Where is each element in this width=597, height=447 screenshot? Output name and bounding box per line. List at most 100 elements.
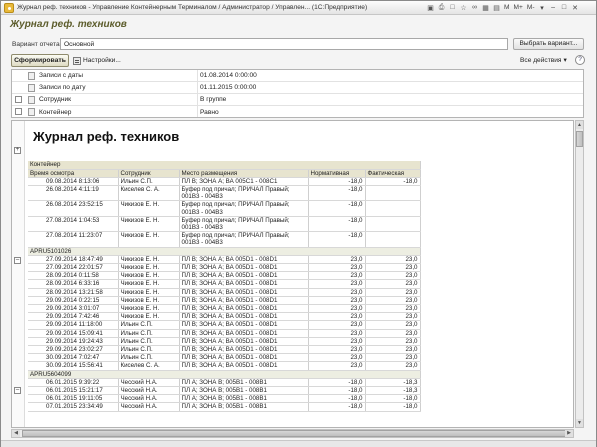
- placement-cell: ПЛ А; ЗОНА В; 005В1 - 008В1: [179, 394, 309, 404]
- container-group-row[interactable]: APRU5604099: [28, 370, 421, 379]
- filter-row[interactable]: Записи по дату 01.11.2015 0:00:00: [12, 82, 583, 94]
- maximize-button[interactable]: □: [560, 3, 569, 12]
- report-table: Контейнер Время осмотра Сотрудник Место …: [28, 161, 421, 412]
- table-row[interactable]: 30.09.2014 7:02:47 Ильин С.П. ПЛ В; ЗОНА А…: [28, 353, 421, 363]
- scroll-right-icon[interactable]: ▶: [565, 430, 573, 437]
- minimize-button[interactable]: –: [549, 3, 558, 12]
- table-row[interactable]: 06.01.2015 9:39:22 Чесский Н.А. ПЛ А; ЗОНА…: [28, 378, 421, 387]
- placement-cell: ПЛ В; ЗОНА А; ВА 005D1 - 008D1: [179, 353, 309, 363]
- placement-cell: ПЛ В; ЗОНА А; ВА 005D1 - 008D1: [179, 337, 309, 346]
- link-icon[interactable]: ∞: [470, 3, 479, 12]
- collapse-minus-icon[interactable]: –: [14, 387, 21, 394]
- choose-variant-button[interactable]: Выбрать вариант...: [513, 38, 584, 50]
- table-row[interactable]: 27.08.2014 11:23:07 Чикизов Е. Н. Буфер по…: [28, 231, 421, 248]
- employee-cell: Чикизов Е. Н.: [118, 271, 180, 281]
- vertical-scrollbar[interactable]: ▲ ▼: [575, 120, 584, 428]
- memory-m-button[interactable]: M: [503, 4, 511, 11]
- settings-button[interactable]: Настройки...: [73, 55, 121, 66]
- filter-row[interactable]: Сотрудник В группе: [12, 94, 583, 106]
- variant-label: Вариант отчета:: [12, 41, 62, 48]
- window-title: Журнал реф. техников - Управление Контей…: [17, 4, 368, 11]
- filter-value[interactable]: 01.11.2015 0:00:00: [200, 84, 256, 91]
- employee-cell: Чикизов Е. Н.: [118, 296, 180, 305]
- all-actions-button[interactable]: Все действия ▾: [520, 56, 567, 65]
- table-row[interactable]: 06.01.2015 15:21:17 Чесский Н.А. ПЛ А; ЗОН…: [28, 386, 421, 396]
- employee-cell: Киселев С. А.: [118, 361, 180, 371]
- norm-temp-cell: 23,0: [308, 279, 366, 289]
- expand-plus-icon[interactable]: +: [14, 147, 21, 154]
- print-icon[interactable]: ⎙: [437, 3, 446, 12]
- table-row[interactable]: 27.09.2014 22:01:57 Чикизов Е. Н. ПЛ В; ЗО…: [28, 263, 421, 273]
- filter-value[interactable]: Равно: [200, 109, 219, 116]
- column-header: Место размещения: [179, 169, 309, 178]
- norm-temp-cell: -18,0: [308, 231, 366, 248]
- menu-arrow-icon[interactable]: ▾: [538, 3, 547, 12]
- memory-minus-button[interactable]: M-: [526, 4, 536, 11]
- vertical-scroll-thumb[interactable]: [576, 131, 583, 147]
- memory-plus-button[interactable]: M+: [513, 4, 524, 11]
- table-row[interactable]: 06.01.2015 19:11:05 Чесский Н.А. ПЛ А; ЗОН…: [28, 394, 421, 404]
- variant-input[interactable]: Основной: [60, 38, 508, 50]
- save-icon[interactable]: ▣: [426, 3, 435, 12]
- container-group-row[interactable]: APRU5101026: [28, 247, 421, 256]
- filter-row[interactable]: Контейнер Равно: [12, 106, 583, 118]
- placement-cell: ПЛ А; ЗОНА В; 005В1 - 008В1: [179, 386, 309, 396]
- table-row[interactable]: 29.09.2014 15:09:41 Ильин С.П. ПЛ В; ЗОНА …: [28, 329, 421, 338]
- table-row[interactable]: 26.08.2014 23:52:15 Чикизов Е. Н. Буфер по…: [28, 200, 421, 217]
- table-row[interactable]: 29.09.2014 11:18:00 Ильин С.П. ПЛ В; ЗОНА …: [28, 320, 421, 330]
- table-row[interactable]: 28.09.2014 13:21:58 Чикизов Е. Н. ПЛ В; ЗО…: [28, 288, 421, 297]
- table-row[interactable]: 26.08.2014 4:11:19 Киселев С. А. Буфер под…: [28, 185, 421, 202]
- title-toolbar: ▣ ⎙ □ ☆ ∞ ▦ ▤ M M+ M- ▾ – □ ✕: [426, 3, 580, 12]
- preview-icon[interactable]: □: [448, 3, 457, 12]
- help-button[interactable]: ?: [575, 55, 585, 65]
- calculator-icon[interactable]: ▦: [481, 3, 490, 12]
- table-row[interactable]: 27.08.2014 1:04:53 Чикизов Е. Н. Буфер под…: [28, 216, 421, 233]
- table-row[interactable]: 07.01.2015 23:34:49 Чесский Н.А. ПЛ А; ЗОН…: [28, 402, 421, 412]
- close-button[interactable]: ✕: [571, 3, 580, 12]
- column-header-row: Время осмотра Сотрудник Место размещения…: [28, 169, 421, 178]
- table-row[interactable]: 28.09.2014 0:11:58 Чикизов Е. Н. ПЛ В; ЗОН…: [28, 271, 421, 281]
- filter-checkbox[interactable]: [15, 96, 22, 103]
- placement-line: 001В3 - 004В3: [181, 193, 223, 201]
- scroll-up-icon[interactable]: ▲: [576, 121, 583, 129]
- table-row[interactable]: 27.09.2014 18:47:49 Чикизов Е. Н. ПЛ В; ЗО…: [28, 255, 421, 264]
- employee-cell: Чесский Н.А.: [118, 386, 180, 396]
- actual-temp-cell: [365, 216, 421, 233]
- filter-item-icon: [28, 96, 35, 104]
- scroll-left-icon[interactable]: ◀: [12, 430, 20, 437]
- collapse-minus-icon[interactable]: –: [14, 257, 21, 264]
- horizontal-scroll-thumb[interactable]: [22, 430, 567, 437]
- filter-row[interactable]: Записи с даты 01.08.2014 0:00:00: [12, 70, 583, 82]
- placement-cell: ПЛ В; ЗОНА А; ВА 005D1 - 008D1: [179, 263, 309, 273]
- inspection-time-cell: 29.09.2014 19:24:43: [28, 337, 119, 346]
- norm-temp-cell: 23,0: [308, 255, 366, 264]
- table-row[interactable]: 29.09.2014 0:22:15 Чикизов Е. Н. ПЛ В; ЗОН…: [28, 296, 421, 305]
- inspection-time-cell: 06.01.2015 15:21:17: [28, 386, 119, 396]
- actual-temp-cell: -18,0: [365, 394, 421, 404]
- table-row[interactable]: 29.09.2014 7:42:46 Чикизов Е. Н. ПЛ В; ЗОН…: [28, 312, 421, 322]
- filter-value[interactable]: В группе: [200, 96, 226, 103]
- inspection-time-cell: 27.08.2014 1:04:53: [28, 216, 119, 233]
- horizontal-scrollbar[interactable]: ◀ ▶: [11, 429, 574, 438]
- table-row[interactable]: 29.09.2014 23:02:27 Ильин С.П. ПЛ В; ЗОНА …: [28, 345, 421, 355]
- scroll-down-icon[interactable]: ▼: [576, 419, 583, 427]
- norm-temp-cell: -18,0: [308, 200, 366, 217]
- table-row[interactable]: 28.09.2014 6:33:16 Чикизов Е. Н. ПЛ В; ЗОН…: [28, 279, 421, 289]
- calendar-icon[interactable]: ▤: [492, 3, 501, 12]
- generate-button[interactable]: Сформировать: [11, 54, 69, 67]
- placement-cell: ПЛ В; ЗОНА А; ВА 005D1 - 008D1: [179, 255, 309, 264]
- favorite-star-icon[interactable]: ☆: [459, 3, 468, 12]
- filter-checkbox[interactable]: [15, 108, 22, 115]
- table-row[interactable]: 29.09.2014 3:01:07 Чикизов Е. Н. ПЛ В; ЗОН…: [28, 304, 421, 314]
- employee-cell: Ильин С.П.: [118, 345, 180, 355]
- table-row[interactable]: 29.09.2014 19:24:43 Ильин С.П. ПЛ В; ЗОНА …: [28, 337, 421, 346]
- employee-cell: Чесский Н.А.: [118, 394, 180, 404]
- actual-temp-cell: 23,0: [365, 345, 421, 355]
- table-row[interactable]: 30.09.2014 15:56:41 Киселев С. А. ПЛ В; ЗО…: [28, 361, 421, 371]
- employee-cell: Чесский Н.А.: [118, 402, 180, 412]
- placement-cell: ПЛ А; ЗОНА В; 005В1 - 008В1: [179, 378, 309, 387]
- filter-value[interactable]: 01.08.2014 0:00:00: [200, 72, 257, 79]
- norm-temp-cell: -18,0: [308, 386, 366, 396]
- table-row[interactable]: 09.08.2014 8:13:06 Ильин С.П. ПЛ В; ЗОНА А…: [28, 177, 421, 186]
- filters-table: Записи с даты 01.08.2014 0:00:00 Записи …: [11, 69, 584, 118]
